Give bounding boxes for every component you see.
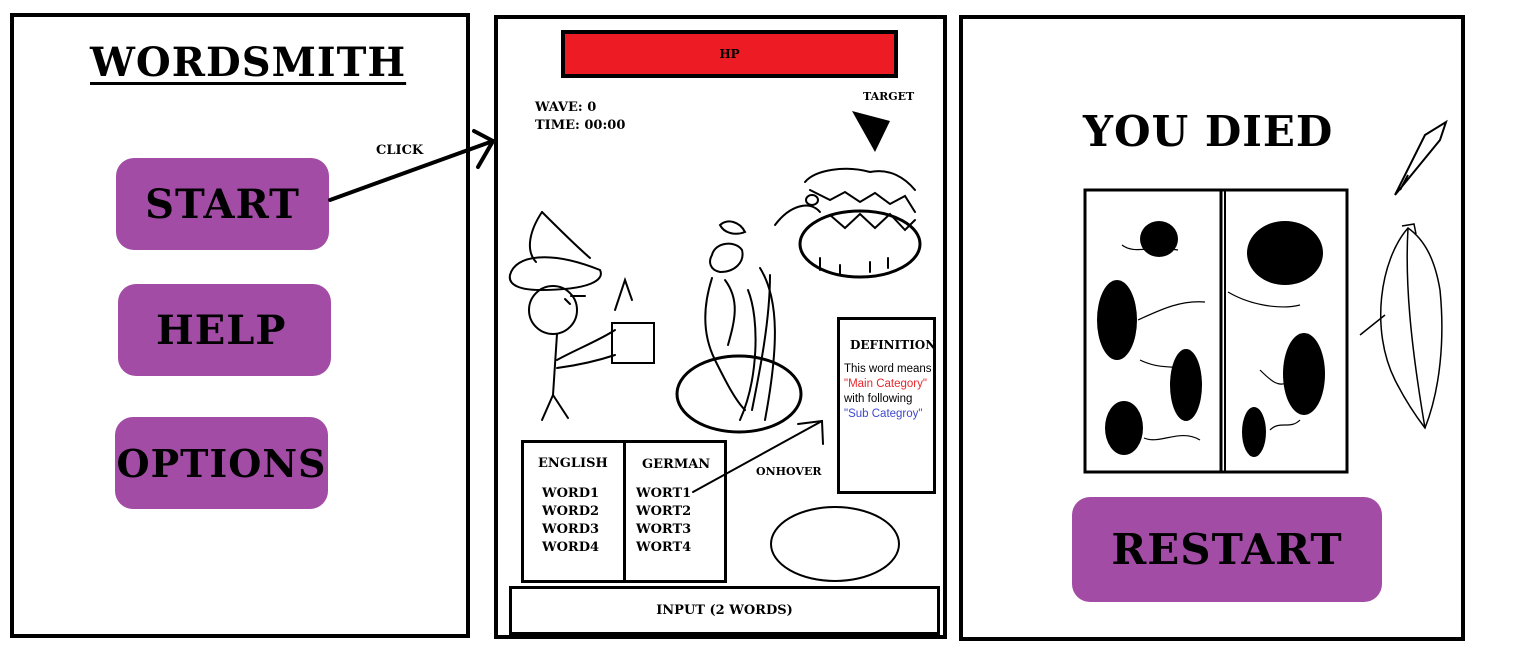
german-word[interactable]: WORT2: [636, 503, 710, 521]
start-button-label: START: [145, 180, 300, 228]
target-label: TARGET: [863, 90, 915, 103]
word-input-box[interactable]: INPUT (2 WORDS): [509, 586, 940, 635]
german-header: GERMAN: [642, 457, 711, 472]
input-label: INPUT (2 WORDS): [656, 603, 793, 618]
definition-title: DEFINITION: [850, 338, 936, 352]
game-title: WORDSMITH: [90, 39, 407, 86]
time-counter: TIME: 00:00: [535, 118, 626, 133]
definition-text: This word means "Main Category" with fol…: [844, 362, 932, 422]
onhover-label: ONHOVER: [756, 465, 822, 478]
options-button[interactable]: OPTIONS: [115, 417, 328, 509]
hp-bar: HP: [561, 30, 898, 78]
hp-label: HP: [719, 47, 740, 61]
restart-button[interactable]: RESTART: [1072, 497, 1382, 602]
definition-middle: with following: [844, 393, 913, 405]
english-word[interactable]: WORD3: [542, 521, 608, 539]
help-button-label: HELP: [156, 306, 287, 354]
start-button[interactable]: START: [116, 158, 329, 250]
vocab-divider: [623, 443, 626, 580]
english-word[interactable]: WORD1: [542, 485, 608, 503]
main-category-text: "Main Category": [844, 378, 927, 390]
german-word[interactable]: WORT3: [636, 521, 710, 539]
you-died-title: YOU DIED: [1083, 107, 1334, 156]
english-column: ENGLISH WORD1 WORD2 WORD3 WORD4: [538, 455, 608, 557]
english-header: ENGLISH: [538, 456, 608, 471]
german-word[interactable]: WORT4: [636, 539, 710, 557]
wave-counter: WAVE: 0: [535, 100, 597, 115]
hp-bar-fill: HP: [565, 34, 894, 74]
definition-box: DEFINITION This word means "Main Categor…: [837, 317, 936, 494]
help-button[interactable]: HELP: [118, 284, 331, 376]
english-word[interactable]: WORD4: [542, 539, 608, 557]
english-word[interactable]: WORD2: [542, 503, 608, 521]
options-button-label: OPTIONS: [116, 440, 327, 486]
german-column: GERMAN WORT1 WORT2 WORT3 WORT4: [636, 456, 711, 557]
definition-prefix: This word means: [844, 363, 932, 375]
german-word[interactable]: WORT1: [636, 485, 710, 503]
vocab-table: ENGLISH WORD1 WORD2 WORD3 WORD4 GERMAN W…: [521, 440, 727, 583]
restart-button-label: RESTART: [1111, 525, 1343, 574]
sub-category-text: "Sub Categroy": [844, 408, 923, 420]
click-label: CLICK: [376, 143, 424, 158]
